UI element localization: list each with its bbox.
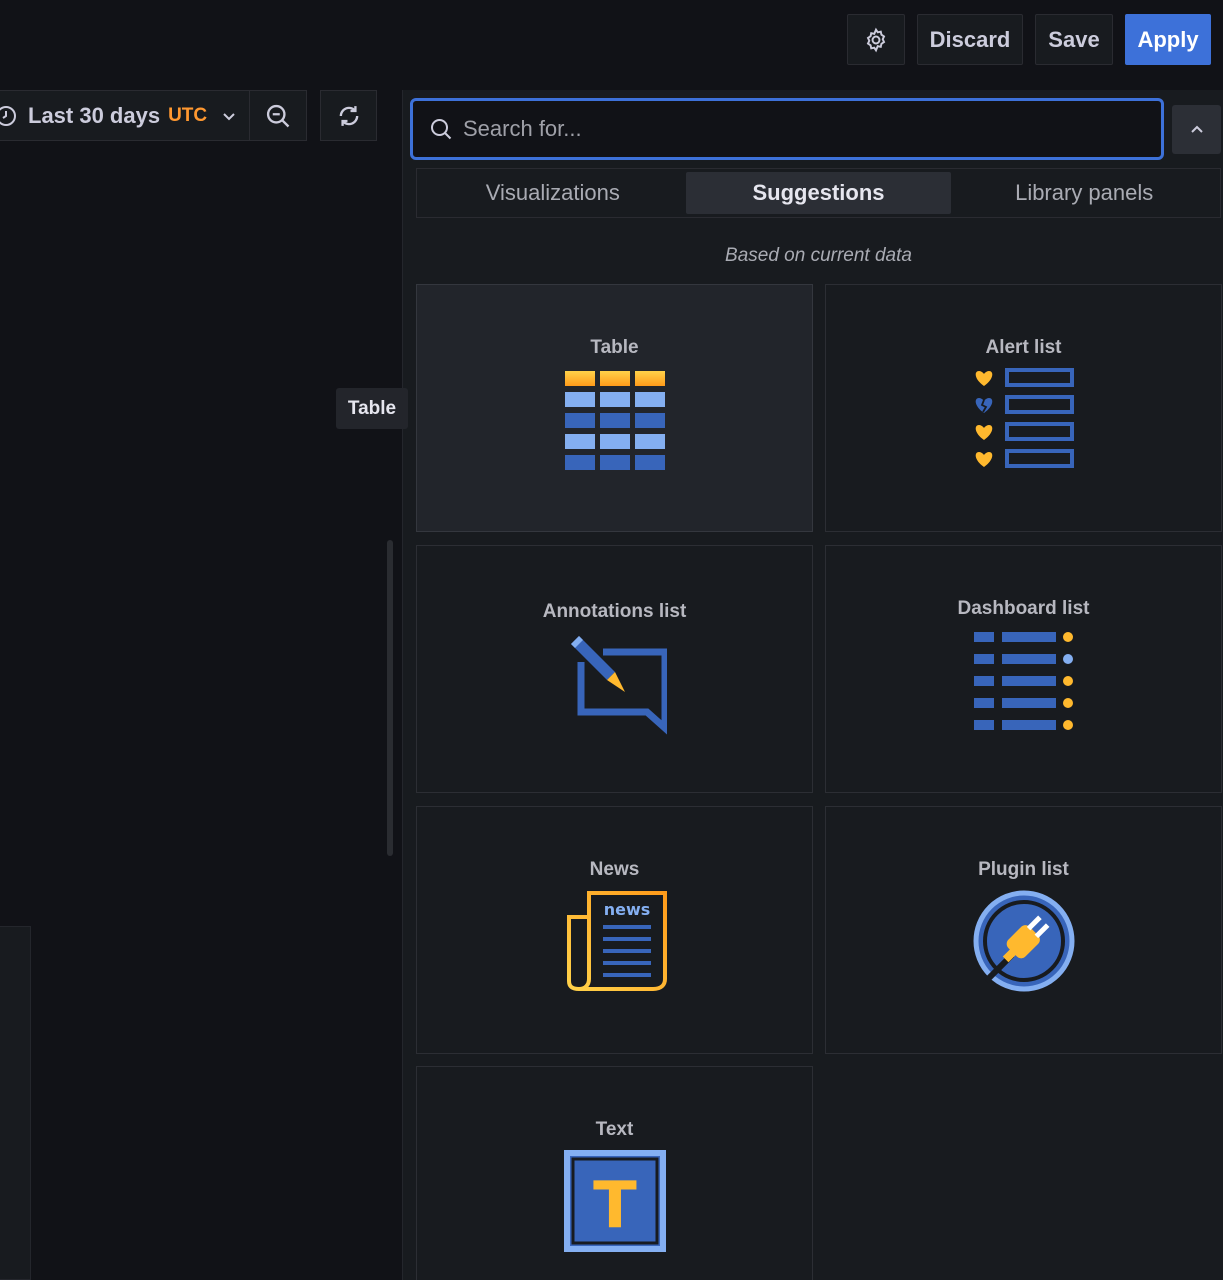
card-title: Text (595, 1119, 634, 1140)
suggestion-card-plugin-list[interactable]: Plugin list (825, 806, 1222, 1054)
zoom-out-button[interactable] (250, 90, 307, 141)
discard-button[interactable]: Discard (917, 14, 1023, 65)
time-range-label: Last 30 days (28, 102, 161, 128)
suggestion-card-text[interactable]: Text T (416, 1066, 813, 1280)
tab-library-panels[interactable]: Library panels (951, 172, 1217, 214)
clock-icon (0, 105, 16, 126)
card-title: Alert list (985, 337, 1062, 358)
card-title: News (589, 859, 640, 880)
tooltip: Table (336, 388, 408, 429)
suggestion-card-table[interactable]: Table (416, 284, 813, 532)
search-input[interactable] (463, 116, 1123, 142)
zoom-out-icon (266, 104, 290, 127)
news-icon: news (566, 891, 667, 991)
suggestion-card-dashboard-list[interactable]: Dashboard list (825, 545, 1222, 793)
card-title: Annotations list (542, 601, 687, 622)
time-controls: Last 30 days UTC (0, 90, 307, 141)
dashboard-list-icon (973, 632, 1073, 730)
card-title: Plugin list (978, 859, 1069, 880)
save-button[interactable]: Save (1035, 14, 1113, 65)
panel-preview-edge (0, 926, 31, 1280)
text-icon: T (563, 1150, 666, 1252)
gear-icon (866, 27, 886, 52)
alert-list-icon (975, 368, 1074, 468)
plugin-list-icon (973, 890, 1074, 992)
chevron-down-icon (223, 112, 235, 120)
refresh-icon (339, 105, 358, 126)
annotations-list-icon (570, 636, 667, 735)
table-icon (564, 371, 665, 470)
suggestion-card-news[interactable]: News news (416, 806, 813, 1054)
settings-button[interactable] (847, 14, 905, 65)
card-title: Table (590, 337, 639, 358)
suggestion-card-annotations-list[interactable]: Annotations list (416, 545, 813, 793)
card-title: Dashboard list (957, 598, 1090, 619)
panel-scrollbar[interactable] (387, 540, 393, 856)
suggestion-card-alert-list[interactable]: Alert list (825, 284, 1222, 532)
search-icon (431, 119, 452, 140)
suggestions-hint: Based on current data (725, 245, 912, 266)
apply-button[interactable]: Apply (1125, 14, 1211, 65)
tab-visualizations[interactable]: Visualizations (420, 172, 686, 214)
text-icon-letter: T (593, 1169, 637, 1243)
tab-suggestions[interactable]: Suggestions (685, 172, 952, 214)
picker-tabs: Visualizations Suggestions Library panel… (416, 168, 1221, 218)
chevron-up-icon (1190, 125, 1203, 133)
news-icon-text: news (603, 900, 650, 919)
refresh-button[interactable] (320, 90, 377, 141)
timezone-label: UTC (168, 104, 208, 126)
search-field[interactable] (410, 98, 1164, 160)
time-range-picker[interactable]: Last 30 days UTC (0, 90, 250, 141)
collapse-button[interactable] (1172, 105, 1221, 154)
